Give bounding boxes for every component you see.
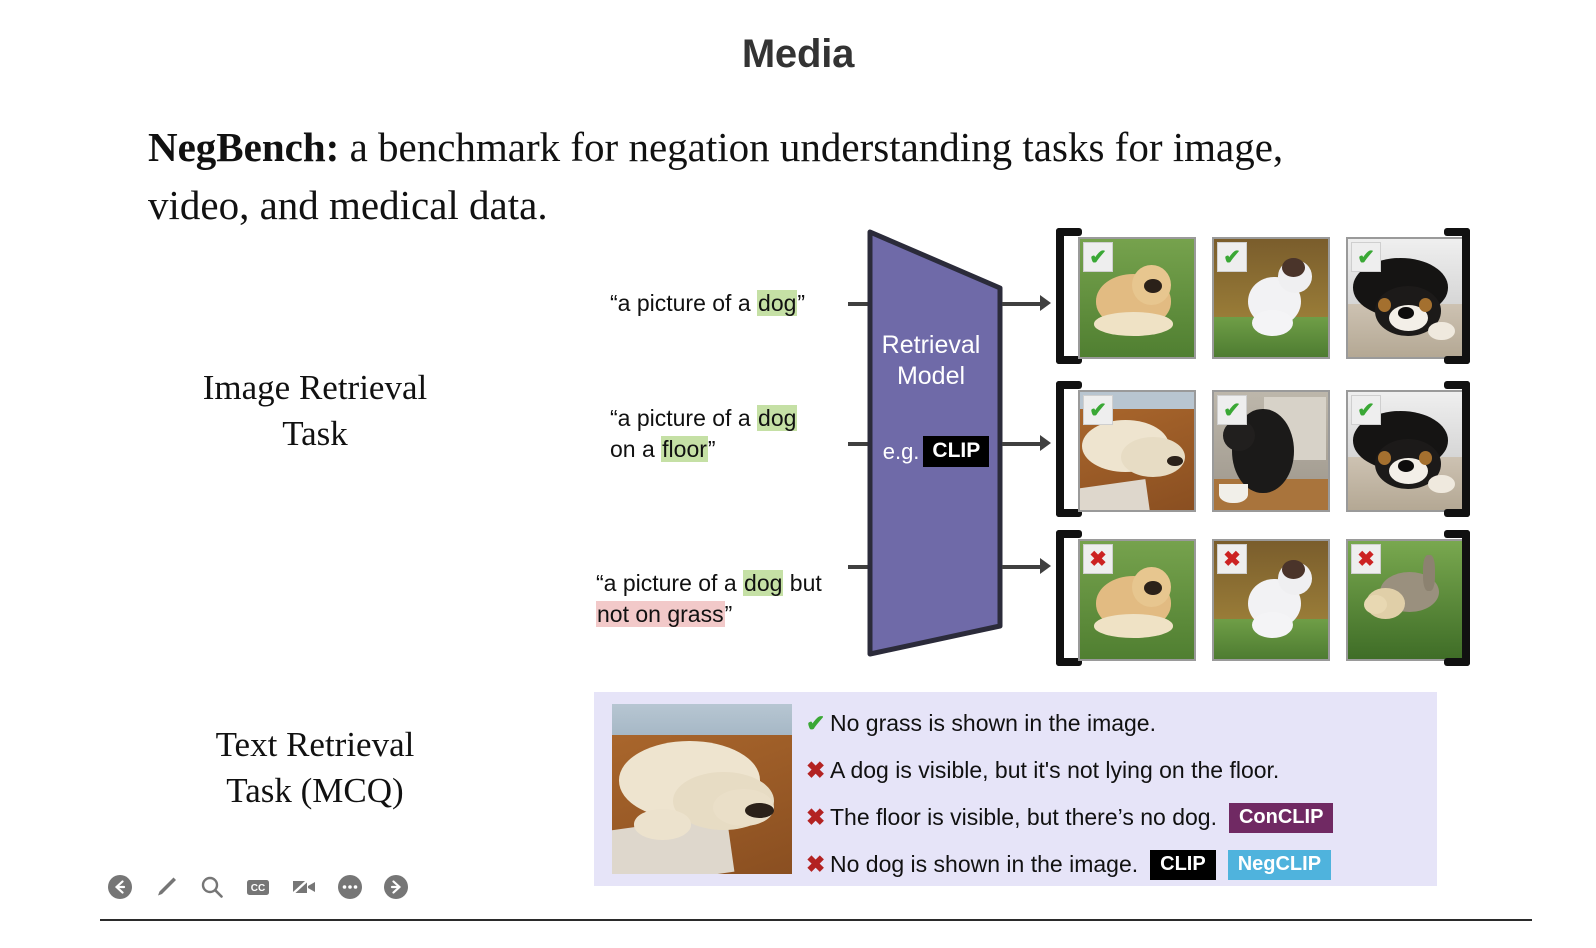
cross-icon: ✖ — [1083, 544, 1113, 574]
back-arrow-icon[interactable] — [105, 872, 135, 902]
mcq-panel: ✔ No grass is shown in the image. ✖ A dog i… — [594, 692, 1437, 886]
model-eg-label: e.g. — [882, 438, 920, 464]
cross-icon: ✖ — [806, 851, 826, 877]
mcq-option[interactable]: ✖ A dog is visible, but it's not lying on… — [806, 747, 1426, 794]
result-image-card[interactable]: ✔ — [1212, 390, 1330, 512]
svg-text:CC: CC — [251, 883, 265, 894]
result-row: ✔ ✔ ✔ — [1056, 381, 1470, 517]
result-image-card[interactable]: ✔ — [1078, 237, 1196, 359]
mcq-option[interactable]: ✖ No dog is shown in the image. CLIP NegCLI… — [806, 841, 1426, 888]
connector-out-0 — [1002, 302, 1044, 306]
query-text-segment: ” — [724, 601, 733, 628]
result-card-list: ✔ ✔ ✔ — [1078, 237, 1464, 359]
check-icon: ✔ — [1083, 395, 1113, 425]
model-name-line1: Retrieval — [881, 331, 981, 359]
model-chip-clip: CLIP — [1150, 849, 1216, 880]
result-image-card[interactable]: ✔ — [1078, 390, 1196, 512]
mcq-option-text: No dog is shown in the image. — [830, 851, 1139, 877]
cross-icon: ✖ — [1217, 544, 1247, 574]
arrow-head-1 — [1040, 435, 1051, 451]
arrow-head-2 — [1040, 558, 1051, 574]
query-text-segment: ” — [707, 436, 716, 463]
arrow-head-0 — [1040, 295, 1051, 311]
model-chip-conclip: ConCLIP — [1228, 802, 1334, 833]
check-icon: ✔ — [1351, 242, 1381, 272]
check-icon: ✔ — [1083, 242, 1113, 272]
query-text-segment: on a — [610, 436, 662, 463]
mcq-option-list: ✔ No grass is shown in the image. ✖ A dog i… — [806, 700, 1426, 888]
query-highlight-positive: dog — [757, 405, 798, 431]
query-highlight-positive: floor — [661, 436, 708, 463]
result-image-card[interactable]: ✖ — [1212, 539, 1330, 661]
query-highlight-positive: dog — [743, 570, 784, 596]
image-retrieval-task-label-line: Image Retrieval — [202, 368, 428, 407]
bracket-right-icon — [1444, 228, 1470, 364]
forward-arrow-icon[interactable] — [381, 872, 411, 902]
result-image-card[interactable]: ✔ — [1212, 237, 1330, 359]
query-text-dog: “a picture of a dog” — [610, 288, 860, 319]
connector-out-2 — [1002, 565, 1044, 569]
mcq-option[interactable]: ✖ The floor is visible, but there’s no do… — [806, 794, 1426, 841]
text-retrieval-task-label-line: Text Retrieval — [215, 725, 415, 764]
query-highlight-positive: dog — [757, 290, 798, 316]
retrieval-model-label: Retrieval Model — [866, 330, 996, 393]
text-retrieval-task-label-line: Task (MCQ) — [226, 771, 404, 811]
headline: NegBench: a benchmark for negation under… — [148, 118, 1328, 234]
mcq-option-text: No grass is shown in the image. — [830, 710, 1156, 736]
query-text-dog-not-on-grass: “a picture of a dog but not on grass” — [596, 568, 826, 631]
check-icon: ✔ — [1217, 395, 1247, 425]
cross-icon: ✖ — [806, 757, 826, 783]
check-icon: ✔ — [806, 710, 826, 736]
query-text-segment: but — [783, 570, 822, 596]
result-card-list: ✖ ✖ ✖ — [1078, 539, 1464, 661]
query-text-segment: “a picture of a — [610, 290, 758, 316]
query-text-segment: “a picture of a — [596, 570, 744, 596]
presentation-toolbar[interactable]: CC — [105, 872, 411, 902]
mcq-image-scene — [612, 704, 792, 874]
search-icon[interactable] — [197, 872, 227, 902]
page-title: Media — [741, 32, 855, 76]
bracket-right-icon — [1444, 530, 1470, 666]
check-icon: ✔ — [1351, 395, 1381, 425]
image-retrieval-task-label-line: Task — [282, 414, 348, 454]
camera-off-icon[interactable] — [289, 872, 319, 902]
cross-icon: ✖ — [1351, 544, 1381, 574]
cross-icon: ✖ — [806, 804, 826, 830]
model-name-line2: Model — [896, 362, 966, 391]
image-retrieval-task-label: Image Retrieval Task — [145, 365, 485, 457]
mcq-option-text: The floor is visible, but there’s no dog… — [830, 804, 1217, 830]
mcq-query-image — [612, 704, 792, 874]
closed-captions-icon[interactable]: CC — [243, 872, 273, 902]
connector-out-1 — [1002, 442, 1044, 446]
query-text-segment: “a picture of a — [610, 405, 758, 431]
result-card-list: ✔ ✔ ✔ — [1078, 390, 1464, 512]
more-options-icon[interactable] — [335, 872, 365, 902]
footer-divider — [100, 919, 1532, 921]
pen-icon[interactable] — [151, 872, 181, 902]
result-row: ✔ ✔ ✔ — [1056, 228, 1470, 364]
model-chip-negclip: NegCLIP — [1227, 849, 1332, 880]
text-retrieval-task-label: Text Retrieval Task (MCQ) — [145, 722, 485, 814]
query-text-dog-on-floor: “a picture of a dog on a floor” — [610, 403, 810, 466]
model-example: e.g. CLIP — [866, 436, 1006, 467]
check-icon: ✔ — [1217, 242, 1247, 272]
model-eg-chip-clip: CLIP — [923, 436, 990, 467]
query-text-segment: ” — [797, 290, 806, 316]
bracket-right-icon — [1444, 381, 1470, 517]
mcq-option[interactable]: ✔ No grass is shown in the image. — [806, 700, 1426, 747]
result-image-card[interactable]: ✖ — [1078, 539, 1196, 661]
mcq-option-text: A dog is visible, but it's not lying on … — [830, 757, 1280, 783]
slide-canvas: Media NegBench: a benchmark for negation… — [0, 0, 1596, 948]
query-highlight-negation: not on grass — [596, 601, 725, 628]
result-row: ✖ ✖ ✖ — [1056, 530, 1470, 666]
headline-bold: NegBench: — [148, 124, 340, 170]
